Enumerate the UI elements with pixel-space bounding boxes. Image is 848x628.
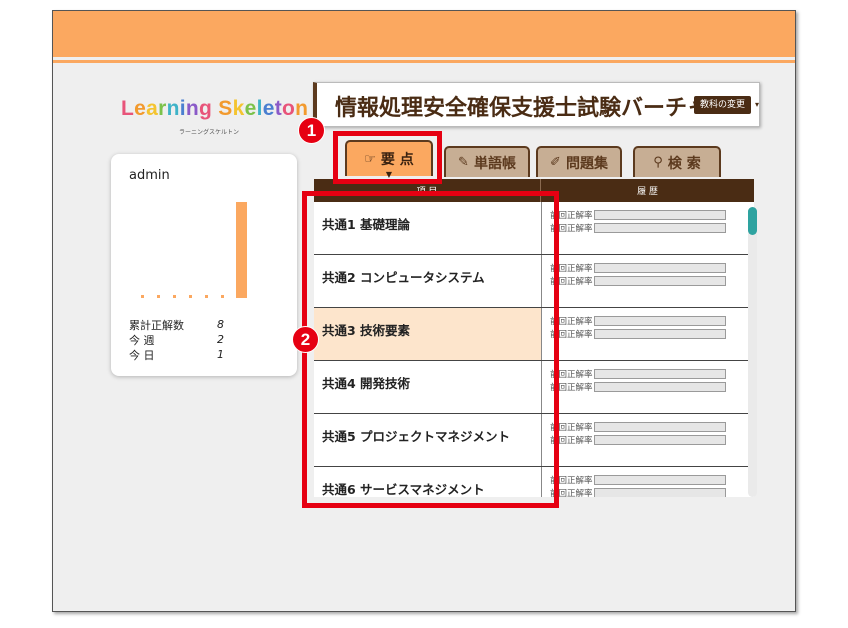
tab-vocabulary-label: 単語帳 xyxy=(473,155,516,172)
top-bar xyxy=(53,11,795,57)
progress-bar xyxy=(594,381,726,392)
history-line-1: 前回正解率 xyxy=(550,261,754,274)
progress-bar xyxy=(594,209,726,220)
topic-history: 前回正解率 前回正解率 xyxy=(542,202,754,254)
progress-bar xyxy=(594,262,726,273)
chart-bar-zero xyxy=(189,295,192,298)
history-line-2: 前回正解率 xyxy=(550,327,754,340)
change-course-button[interactable]: 教科の変更 ▾ xyxy=(693,96,759,114)
logo-letter: r xyxy=(158,97,167,120)
history-line-2: 前回正解率 xyxy=(550,221,754,234)
chart-bar-zero xyxy=(157,295,160,298)
search-icon: ⚲ xyxy=(653,155,663,170)
stat-today-value: 1 xyxy=(217,348,224,361)
logo-letter: k xyxy=(232,97,245,120)
column-header-history: 履 歴 xyxy=(637,187,658,197)
stat-total-label: 累計正解数 xyxy=(129,318,184,332)
logo-letter: o xyxy=(282,97,296,120)
scrollbar-thumb[interactable] xyxy=(748,207,757,235)
tab-problems[interactable]: ✐ 問題集 xyxy=(536,146,622,177)
chart-bar-zero xyxy=(173,295,176,298)
scrollbar[interactable] xyxy=(748,207,757,497)
course-selector[interactable]: 情報処理安全確保支援士試験バーチャル 教科の変更 ▾ xyxy=(313,82,760,127)
logo-text: Learning Skeleton xyxy=(121,97,308,121)
logo-letter: e xyxy=(262,97,275,120)
topic-history: 前回正解率 前回正解率 xyxy=(542,308,754,360)
progress-bar xyxy=(594,315,726,326)
history-line-2: 前回正解率 xyxy=(550,274,754,287)
tab-search[interactable]: ⚲ 検 索 xyxy=(633,146,721,177)
chevron-down-icon: ▾ xyxy=(754,100,759,109)
callout-box-1 xyxy=(333,131,442,184)
tab-search-label: 検 索 xyxy=(667,155,701,172)
stat-total-value: 8 xyxy=(217,318,224,331)
progress-bar xyxy=(594,434,726,445)
topic-history: 前回正解率 前回正解率 xyxy=(542,467,754,497)
user-name: admin xyxy=(129,168,170,183)
logo-letter: e xyxy=(244,97,257,120)
history-line-1: 前回正解率 xyxy=(550,367,754,380)
top-bar-underline xyxy=(53,60,795,63)
callout-box-2 xyxy=(302,191,559,508)
logo-letter: S xyxy=(218,97,233,120)
course-title: 情報処理安全確保支援士試験バーチャル xyxy=(335,96,695,121)
progress-bar xyxy=(594,368,726,379)
stat-week-label: 今 週 xyxy=(129,333,155,347)
progress-bar xyxy=(594,222,726,233)
progress-bar xyxy=(594,487,726,497)
progress-bar xyxy=(594,275,726,286)
topic-history: 前回正解率 前回正解率 xyxy=(542,414,754,466)
logo-subtitle: ラーニングスケルトン xyxy=(179,129,240,136)
logo-letter: n xyxy=(185,97,200,120)
topic-history: 前回正解率 前回正解率 xyxy=(542,255,754,307)
tab-vocabulary[interactable]: ✎ 単語帳 xyxy=(444,146,530,177)
book-icon: ✎ xyxy=(458,155,469,170)
topic-history: 前回正解率 前回正解率 xyxy=(542,361,754,413)
chart-bar xyxy=(236,202,247,298)
logo-letter: a xyxy=(146,97,159,120)
weekly-chart xyxy=(141,202,247,298)
user-stats: 累計正解数 8 今 週 2 今 日 1 xyxy=(129,317,279,362)
progress-bar xyxy=(594,474,726,485)
stat-week: 今 週 2 xyxy=(129,332,279,347)
chart-bar-zero xyxy=(205,295,208,298)
stat-today: 今 日 1 xyxy=(129,347,279,362)
pencil-icon: ✐ xyxy=(550,155,561,170)
history-line-1: 前回正解率 xyxy=(550,420,754,433)
stat-today-label: 今 日 xyxy=(129,348,155,362)
change-course-label: 教科の変更 xyxy=(699,100,745,110)
logo-letter: t xyxy=(274,97,282,120)
logo-letter: g xyxy=(199,97,213,120)
history-line-2: 前回正解率 xyxy=(550,486,754,497)
chart-bar-zero xyxy=(221,295,224,298)
stat-week-value: 2 xyxy=(217,333,224,346)
app-logo[interactable]: Learning Skeleton ラーニングスケルトン xyxy=(121,97,308,139)
callout-number-1: 1 xyxy=(298,117,325,144)
history-line-1: 前回正解率 xyxy=(550,208,754,221)
callout-number-2: 2 xyxy=(292,326,319,353)
history-line-1: 前回正解率 xyxy=(550,314,754,327)
logo-letter: e xyxy=(134,97,147,120)
user-card: admin 累計正解数 8 今 週 2 今 日 1 xyxy=(111,154,297,376)
logo-letter: n xyxy=(295,97,309,120)
logo-letter: L xyxy=(121,97,135,120)
history-line-1: 前回正解率 xyxy=(550,473,754,486)
chart-bar-zero xyxy=(141,295,144,298)
tab-problems-label: 問題集 xyxy=(565,155,608,172)
logo-letter: n xyxy=(166,97,180,120)
stat-total: 累計正解数 8 xyxy=(129,317,279,332)
history-line-2: 前回正解率 xyxy=(550,380,754,393)
progress-bar xyxy=(594,421,726,432)
progress-bar xyxy=(594,328,726,339)
history-line-2: 前回正解率 xyxy=(550,433,754,446)
